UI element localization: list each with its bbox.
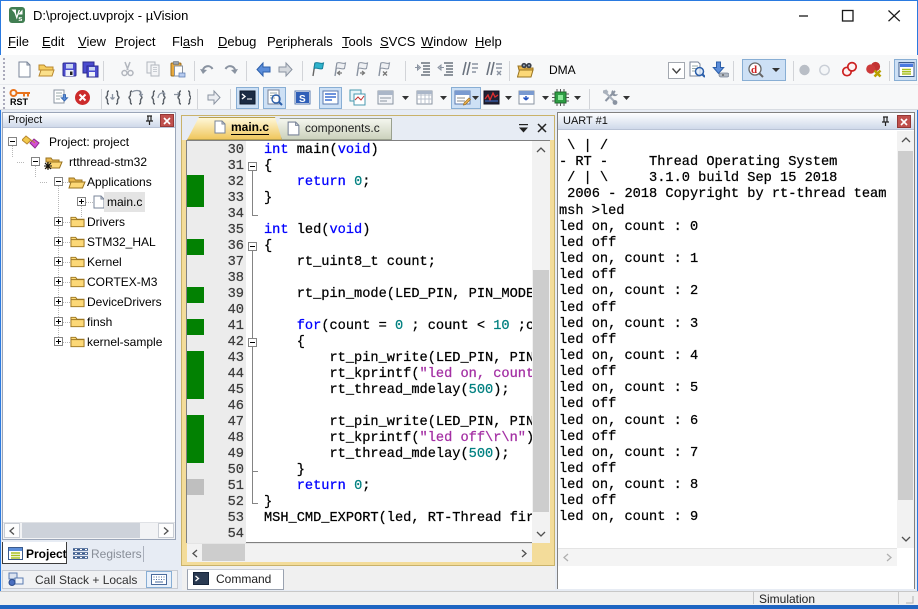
svg-text:s: s bbox=[18, 14, 22, 23]
svg-text:S: S bbox=[299, 94, 306, 105]
svg-text:d: d bbox=[751, 64, 757, 76]
